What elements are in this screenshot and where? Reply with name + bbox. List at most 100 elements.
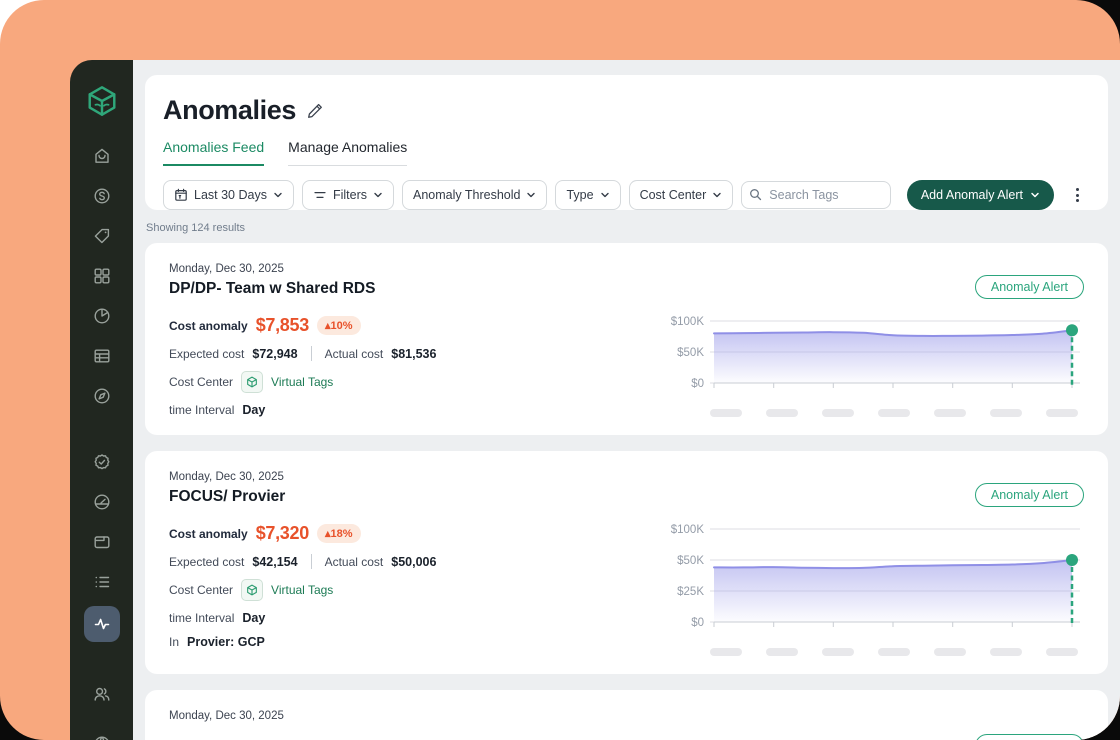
sidebar-item-anomalies[interactable]: [83, 606, 120, 642]
sidebar: [70, 60, 133, 740]
x-axis-skeleton-label: [822, 648, 854, 656]
sidebar-item-home[interactable]: [92, 146, 112, 166]
card-date: Monday, Dec 30, 2025: [169, 263, 284, 275]
chevron-down-icon: [1031, 192, 1039, 198]
main-content: Anomalies Anomalies Feed Manage Anomalie…: [133, 60, 1120, 740]
search-tags-box: [741, 181, 892, 209]
svg-text:$50K: $50K: [677, 555, 704, 567]
card-chart-area: Anomaly Alert: [664, 710, 1084, 740]
x-axis-skeleton-label: [1046, 409, 1078, 417]
anomaly-card[interactable]: Monday, Dec 30, 2025 Anomaly Alert: [145, 690, 1108, 740]
tab-manage-anomalies[interactable]: Manage Anomalies: [288, 139, 408, 166]
globe-icon: [95, 736, 108, 740]
tab-anomalies-feed[interactable]: Anomalies Feed: [163, 139, 265, 166]
app-window: Anomalies Anomalies Feed Manage Anomalie…: [70, 60, 1120, 740]
sidebar-item-tables[interactable]: [92, 346, 112, 366]
x-axis-skeleton-label: [1046, 648, 1078, 656]
card-details: Monday, Dec 30, 2025 FOCUS/ Provier Cost…: [169, 471, 664, 656]
chevron-down-icon: [274, 192, 282, 198]
wallet-icon: [94, 536, 110, 549]
sidebar-item-costs[interactable]: [92, 186, 112, 206]
expected-cost-value: $42,154: [252, 554, 298, 569]
dollar-circle-icon: [93, 188, 110, 204]
cost-anomaly-value: $7,320: [255, 523, 310, 543]
vantage-cube-logo[interactable]: [85, 84, 119, 118]
cost-anomaly-label: Cost anomaly: [169, 318, 248, 333]
type-dropdown[interactable]: Type: [555, 180, 621, 210]
calendar-icon: [175, 188, 187, 201]
sidebar-item-budgets[interactable]: [92, 532, 112, 552]
activity-icon: [94, 618, 109, 630]
search-tags-input[interactable]: [741, 181, 892, 209]
sidebar-item-lists[interactable]: [92, 572, 112, 592]
x-axis-skeleton-labels: [710, 648, 1078, 656]
actual-cost-label: Actual cost: [324, 346, 384, 361]
x-axis-skeleton-label: [710, 409, 742, 417]
edit-icon[interactable]: [306, 102, 324, 120]
anomaly-alert-badge[interactable]: Anomaly Alert: [974, 734, 1084, 740]
svg-text:$0: $0: [691, 617, 704, 629]
anomaly-card[interactable]: Monday, Dec 30, 2025 FOCUS/ Provier Cost…: [145, 451, 1108, 674]
card-chart-area: Anomaly Alert $100K $50K $25K $0: [664, 471, 1084, 656]
anomaly-alert-badge[interactable]: Anomaly Alert: [974, 275, 1084, 299]
divider: [310, 554, 312, 569]
add-anomaly-alert-button[interactable]: Add Anomaly Alert: [906, 180, 1054, 210]
x-axis-skeleton-label: [878, 648, 910, 656]
provider-value: Provier: GCP: [187, 635, 265, 649]
sidebar-item-integrations[interactable]: [92, 266, 112, 286]
time-interval-value: Day: [242, 611, 266, 625]
chevron-down-icon: [600, 192, 609, 198]
chevron-down-icon: [527, 192, 536, 198]
time-interval-label: time Interval: [169, 403, 235, 417]
change-percent-badge: ▴10%: [316, 316, 361, 335]
page-header-card: Anomalies Anomalies Feed Manage Anomalie…: [145, 75, 1108, 210]
card-title: FOCUS/ Provier: [169, 488, 286, 505]
page-title: Anomalies: [163, 95, 296, 125]
x-axis-skeleton-label: [822, 409, 854, 417]
sidebar-item-team[interactable]: [92, 684, 112, 704]
card-chart-area: Anomaly Alert $100K $50K $0: [664, 263, 1084, 417]
card-date: Monday, Dec 30, 2025: [169, 710, 284, 722]
anomaly-point-marker: [1066, 324, 1078, 337]
sidebar-item-dashboards[interactable]: [92, 492, 112, 512]
table-icon: [94, 349, 110, 363]
expected-cost-label: Expected cost: [169, 554, 245, 569]
filter-icon: [314, 192, 326, 198]
cost-center-value: Virtual Tags: [271, 375, 334, 389]
more-options-button[interactable]: [1068, 181, 1086, 209]
in-label: In: [169, 635, 180, 649]
actual-cost-value: $81,536: [391, 346, 437, 361]
expected-cost-value: $72,948: [252, 346, 298, 361]
x-axis-skeleton-label: [934, 648, 966, 656]
cost-center-dropdown[interactable]: Cost Center: [628, 180, 734, 210]
anomaly-card[interactable]: Monday, Dec 30, 2025 DP/DP- Team w Share…: [145, 243, 1108, 435]
x-axis-skeleton-label: [766, 409, 798, 417]
x-axis-skeleton-label: [710, 648, 742, 656]
expected-cost-label: Expected cost: [169, 346, 245, 361]
divider: [310, 346, 312, 361]
sidebar-item-settings[interactable]: [92, 734, 112, 740]
anomaly-alert-badge[interactable]: Anomaly Alert: [974, 483, 1084, 507]
card-date: Monday, Dec 30, 2025: [169, 471, 284, 483]
time-interval-value: Day: [242, 403, 266, 417]
actual-cost-value: $50,006: [391, 554, 437, 569]
date-range-dropdown[interactable]: Last 30 Days: [163, 180, 294, 210]
svg-text:$100K: $100K: [671, 316, 705, 328]
cost-center-label: Cost Center: [169, 375, 234, 389]
sidebar-item-reports[interactable]: [92, 306, 112, 326]
pie-chart-icon: [93, 308, 110, 324]
svg-text:$0: $0: [691, 378, 704, 390]
home-icon: [94, 148, 109, 163]
sidebar-nav-middle: [83, 452, 120, 642]
virtual-tags-chip: [241, 371, 264, 393]
sidebar-item-policies[interactable]: [92, 452, 112, 472]
card-details: Monday, Dec 30, 2025 DP/DP- Team w Share…: [169, 263, 664, 417]
chevron-down-icon: [713, 192, 721, 198]
sidebar-item-tags[interactable]: [92, 226, 112, 246]
filters-dropdown[interactable]: Filters: [301, 180, 394, 210]
sidebar-item-explorer[interactable]: [92, 386, 112, 406]
chevron-down-icon: [374, 192, 382, 198]
anomaly-threshold-dropdown[interactable]: Anomaly Threshold: [402, 180, 548, 210]
virtual-tags-chip: [241, 579, 264, 601]
anomaly-chart: $100K $50K $25K $0: [664, 519, 1084, 656]
